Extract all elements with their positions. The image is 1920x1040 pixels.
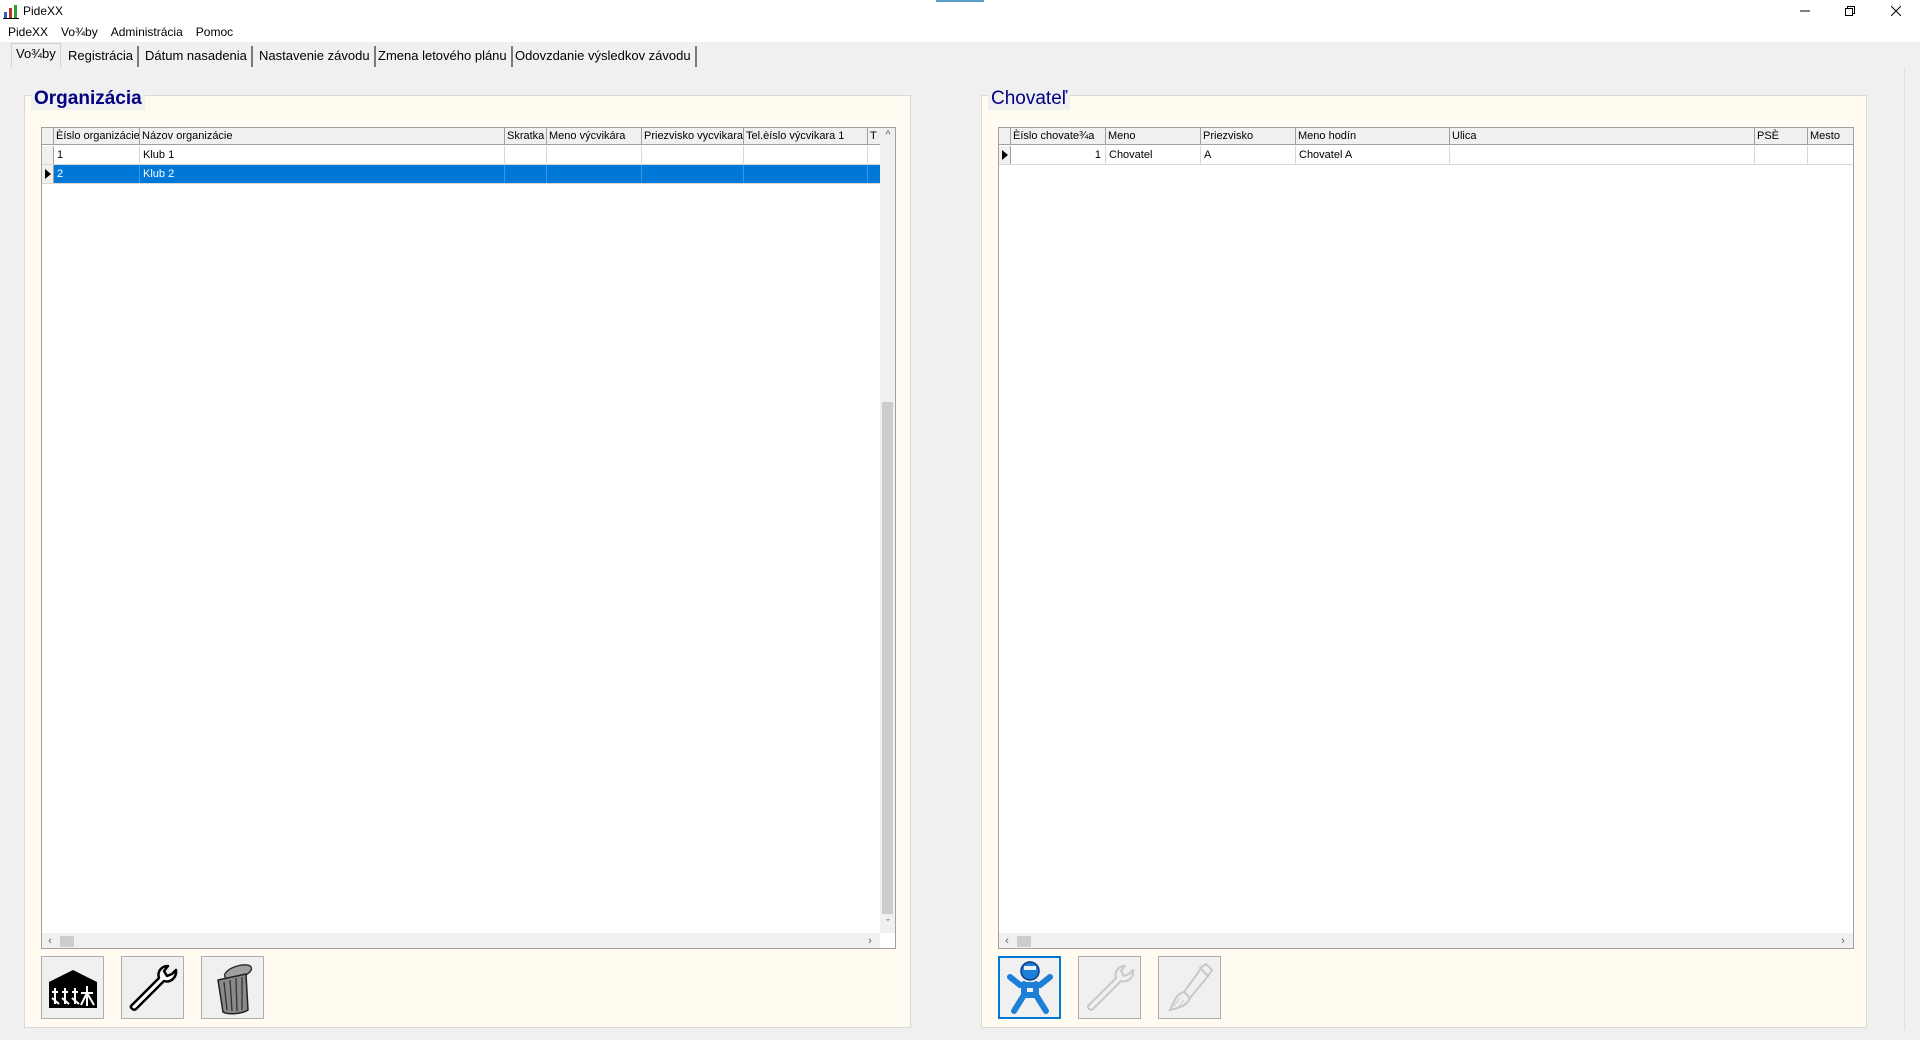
close-icon [1891, 6, 1901, 16]
header-meno-vycvikara[interactable]: Meno výcvikára [547, 128, 642, 145]
scroll-left-icon[interactable]: ‹ [999, 934, 1015, 948]
header-priezvisko[interactable]: Priezvisko [1201, 128, 1296, 145]
header-skratka[interactable]: Skratka [505, 128, 547, 145]
header-mesto[interactable]: Mesto [1808, 128, 1853, 145]
person-icon [1006, 960, 1053, 1014]
brush-disabled-icon [1167, 962, 1213, 1011]
header-tel-cislo-vycvikara[interactable]: Tel.èíslo výcvikara 1 [744, 128, 868, 145]
header-nazov-organizacie[interactable]: Názov organizácie [140, 128, 505, 145]
cell-meno [547, 146, 642, 164]
cell-skratka [505, 146, 547, 164]
cell-nazov: Klub 2 [140, 165, 505, 183]
cell-cislo: 1 [54, 146, 140, 164]
cell-cislo: 1 [1011, 146, 1106, 164]
tab-zmena-letoveho-planu[interactable]: Zmena letového plánu [374, 46, 513, 67]
organizacia-grid[interactable]: Èíslo organizácie Názov organizácie Skra… [41, 127, 896, 949]
menu-pidexx[interactable]: PideXX [2, 22, 55, 42]
organizacia-panel: Organizácia Èíslo organizácie Názov orga… [24, 88, 911, 1028]
scroll-up-icon[interactable]: ^ [880, 128, 895, 142]
cell-psc [1755, 146, 1808, 164]
delete-organization-button[interactable] [201, 956, 264, 1019]
window-title: PideXX [23, 4, 64, 18]
cell-meno [547, 165, 642, 183]
header-psc[interactable]: PSÈ [1755, 128, 1808, 145]
header-cislo-organizacie[interactable]: Èíslo organizácie [54, 128, 140, 145]
edit-organization-button[interactable] [121, 956, 184, 1019]
chovatel-title: Chovateľ [988, 88, 1071, 110]
tab-datum-nasadenia[interactable]: Dátum nasadenia [141, 46, 253, 67]
organizacia-horizontal-scrollbar[interactable]: ‹ › [42, 933, 880, 948]
wrench-icon [129, 964, 177, 1011]
header-cislo-chovatela[interactable]: Èíslo chovate¾a [1011, 128, 1106, 145]
tab-registracia[interactable]: Registrácia [64, 46, 140, 67]
menu-bar: PideXX Vo¾by Administrácia Pomoc [0, 22, 1920, 42]
chovatel-grid[interactable]: Èíslo chovate¾a Meno Priezvisko Meno hod… [998, 127, 1854, 949]
current-row-arrow-icon [1002, 150, 1008, 160]
cell-priezvisko [642, 146, 744, 164]
chovatel-panel: Chovateľ Èíslo chovate¾a Meno Priezvisko… [981, 88, 1867, 1028]
cell-skratka [505, 165, 547, 183]
title-accent [936, 0, 984, 2]
menu-administracia[interactable]: Administrácia [105, 22, 190, 42]
scroll-left-icon[interactable]: ‹ [42, 934, 58, 948]
scroll-right-icon[interactable]: › [1835, 934, 1851, 948]
scroll-thumb[interactable] [60, 936, 74, 947]
chovatel-grid-header: Èíslo chovate¾a Meno Priezvisko Meno hod… [999, 128, 1853, 145]
tab-bar: Vo¾by Registrácia Dátum nasadenia Nastav… [0, 42, 1920, 68]
minimize-button[interactable] [1782, 0, 1828, 22]
tab-volby[interactable]: Vo¾by [11, 43, 61, 67]
table-row[interactable]: 1 Chovatel A Chovatel A [999, 146, 1853, 165]
cell-ulica [1450, 146, 1755, 164]
app-icon [3, 5, 19, 19]
organizacia-title: Organizácia [31, 88, 145, 110]
add-organization-icon [48, 969, 97, 1008]
current-row-arrow-icon [45, 169, 51, 179]
cell-mesto [1808, 146, 1853, 164]
row-indicator [999, 146, 1011, 164]
row-indicator [42, 146, 54, 164]
cell-priezvisko: A [1201, 146, 1296, 164]
trash-can-icon [216, 963, 252, 1014]
restore-icon [1845, 6, 1855, 16]
organizacia-vertical-scrollbar[interactable]: ^ ˇ [880, 128, 895, 933]
header-indicator [42, 128, 54, 145]
row-indicator [42, 165, 54, 183]
scroll-thumb[interactable] [882, 402, 893, 914]
menu-volby[interactable]: Vo¾by [55, 22, 105, 42]
title-bar: PideXX [0, 0, 1920, 22]
restore-button[interactable] [1827, 0, 1873, 22]
minimize-icon [1800, 10, 1810, 12]
header-priezvisko-vycvikara[interactable]: Priezvisko vycvikara [642, 128, 744, 145]
organizacia-grid-header: Èíslo organizácie Názov organizácie Skra… [42, 128, 882, 145]
close-button[interactable] [1873, 0, 1919, 22]
tab-nastavenie-zavodu[interactable]: Nastavenie závodu [255, 46, 376, 67]
window-edge [1904, 68, 1920, 1030]
edit-chovatel-button[interactable] [1078, 956, 1141, 1019]
cell-tel [744, 146, 868, 164]
table-row[interactable]: 1 Klub 1 [42, 146, 882, 165]
wrench-disabled-icon [1086, 964, 1134, 1011]
header-meno[interactable]: Meno [1106, 128, 1201, 145]
scroll-thumb[interactable] [1017, 936, 1031, 947]
cell-cislo: 2 [54, 165, 140, 183]
add-organization-button[interactable] [41, 956, 104, 1019]
add-chovatel-button[interactable] [998, 956, 1061, 1019]
header-meno-hodin[interactable]: Meno hodín [1296, 128, 1450, 145]
cell-nazov: Klub 1 [140, 146, 505, 164]
chovatel-horizontal-scrollbar[interactable]: ‹ › [999, 933, 1853, 948]
scroll-down-icon[interactable]: ˇ [880, 917, 895, 931]
table-row-selected[interactable]: 2 Klub 2 [42, 165, 882, 184]
header-ulica[interactable]: Ulica [1450, 128, 1755, 145]
cell-priezvisko [642, 165, 744, 183]
header-indicator [999, 128, 1011, 145]
menu-pomoc[interactable]: Pomoc [190, 22, 240, 42]
cell-tel [744, 165, 868, 183]
tab-odovzdanie-vysledkov[interactable]: Odovzdanie výsledkov závodu [511, 46, 697, 67]
delete-chovatel-button[interactable] [1158, 956, 1221, 1019]
cell-meno: Chovatel [1106, 146, 1201, 164]
cell-meno-hodin: Chovatel A [1296, 146, 1450, 164]
scroll-right-icon[interactable]: › [862, 934, 878, 948]
